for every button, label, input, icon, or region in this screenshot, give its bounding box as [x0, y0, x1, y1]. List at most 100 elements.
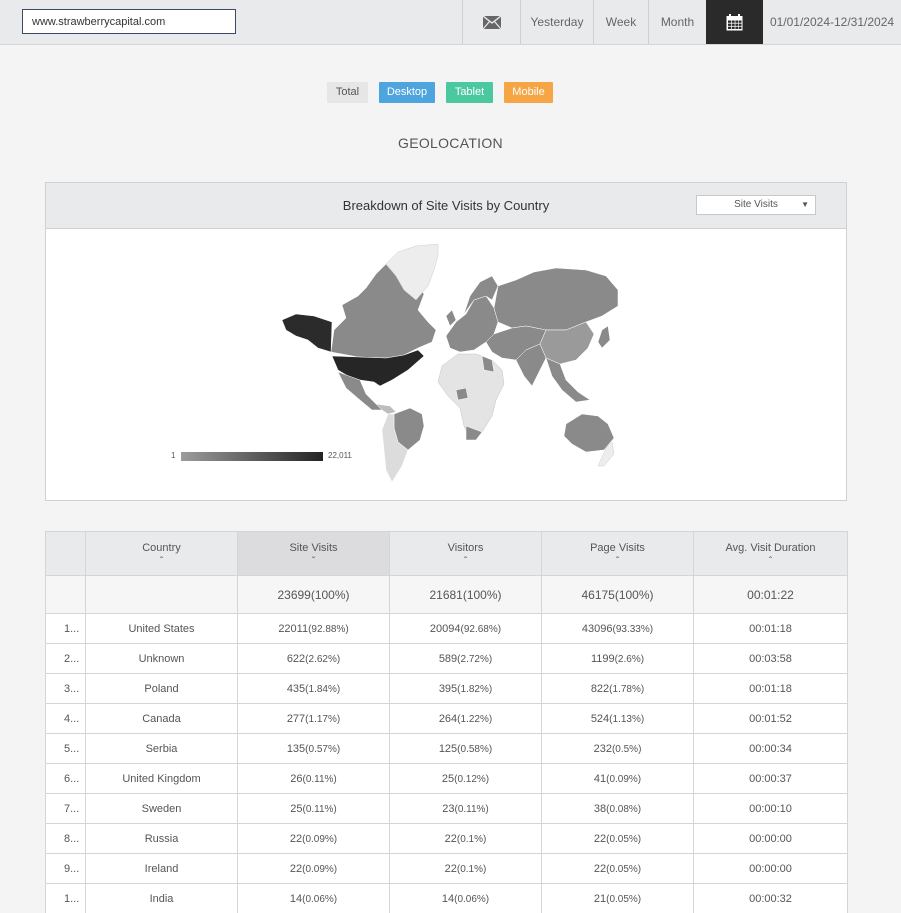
row-visitors-pct: (0.11%)	[454, 803, 489, 815]
row-page-visits: 43096(93.33%)	[541, 613, 694, 644]
country-united-kingdom[interactable]	[445, 309, 457, 327]
table-row[interactable]: 4... Canada 277(1.17%) 264(1.22%) 524(1.13%)…	[45, 703, 848, 734]
row-country: Poland	[85, 673, 238, 704]
table-row[interactable]: 1... United States 22011(92.88%) 20094(92.6…	[45, 613, 848, 644]
region-africa[interactable]	[437, 353, 505, 441]
period-month-button[interactable]: Month	[648, 0, 706, 44]
row-visitors: 22(0.1%)	[389, 823, 542, 854]
site-visits-header[interactable]: Site Visits ˇ	[237, 531, 390, 576]
country-alaska[interactable]	[281, 313, 333, 353]
map-panel: Breakdown of Site Visits by Country Site…	[45, 182, 847, 501]
row-country: Ireland	[85, 853, 238, 884]
row-page-visits: 524(1.13%)	[541, 703, 694, 734]
row-site-visits-pct: (2.62%)	[305, 653, 341, 665]
row-page-visits-value: 43096	[581, 622, 613, 635]
row-page-visits: 21(0.05%)	[541, 883, 694, 913]
row-visitors: 22(0.1%)	[389, 853, 542, 884]
row-site-visits-pct: (1.17%)	[305, 713, 341, 725]
row-site-visits-pct: (0.11%)	[302, 773, 337, 785]
row-site-visits-value: 435	[286, 682, 306, 695]
row-visitors-value: 395	[438, 682, 458, 695]
device-mobile-button[interactable]: Mobile	[504, 82, 553, 103]
sort-up-icon: ˆ	[768, 556, 773, 567]
device-tablet-button[interactable]: Tablet	[446, 82, 493, 103]
row-site-visits-value: 26	[290, 772, 303, 785]
map-header: Breakdown of Site Visits by Country Site…	[46, 183, 846, 229]
row-visitors-pct: (92.68%)	[460, 623, 502, 635]
row-visitors-value: 14	[441, 892, 455, 905]
table-row[interactable]: 5... Serbia 135(0.57%) 125(0.58%) 232(0.5%) 0…	[45, 733, 848, 764]
country-australia[interactable]	[563, 413, 615, 453]
row-site-visits: 435(1.84%)	[237, 673, 390, 704]
row-page-visits: 41(0.09%)	[541, 763, 694, 794]
world-map	[281, 243, 619, 483]
visitors-header-label: Visitors	[447, 542, 484, 554]
row-rank: 6...	[45, 763, 86, 794]
row-page-visits: 22(0.05%)	[541, 853, 694, 884]
row-site-visits-value: 22011	[278, 622, 309, 635]
row-page-visits: 38(0.08%)	[541, 793, 694, 824]
row-country: India	[85, 883, 238, 913]
legend-gradient-bar	[181, 452, 323, 461]
date-range-label[interactable]: 01/01/2024-12/31/2024	[763, 0, 901, 44]
page-visits-header[interactable]: Page Visits ˆ	[541, 531, 694, 576]
row-site-visits: 25(0.11%)	[237, 793, 390, 824]
country-nigeria[interactable]	[455, 387, 469, 401]
row-page-visits-pct: (1.13%)	[609, 713, 645, 725]
row-site-visits-value: 135	[286, 742, 306, 755]
row-site-visits-value: 22	[289, 862, 303, 875]
row-page-visits-value: 822	[590, 682, 610, 695]
device-total-button[interactable]: Total	[327, 82, 368, 103]
country-header[interactable]: Country ˆ	[85, 531, 238, 576]
row-visitors-pct: (1.22%)	[457, 713, 493, 725]
table-row[interactable]: 7... Sweden 25(0.11%) 23(0.11%) 38(0.08%) 00:…	[45, 793, 848, 824]
table-row[interactable]: 6... United Kingdom 26(0.11%) 25(0.12%) 41(0…	[45, 763, 848, 794]
device-desktop-button[interactable]: Desktop	[379, 82, 435, 103]
row-visitors-pct: (0.12%)	[454, 773, 490, 785]
row-page-visits-value: 1199	[590, 652, 615, 665]
row-visitors: 20094(92.68%)	[389, 613, 542, 644]
site-visits-header-label: Site Visits	[289, 542, 338, 554]
row-visitors: 23(0.11%)	[389, 793, 542, 824]
row-page-visits: 1199(2.6%)	[541, 643, 694, 674]
legend-max-label: 22,011	[328, 451, 352, 460]
avg-visit-duration-header[interactable]: Avg. Visit Duration ˆ	[693, 531, 848, 576]
row-page-visits: 232(0.5%)	[541, 733, 694, 764]
row-page-visits-pct: (0.09%)	[606, 773, 642, 785]
rank-header	[45, 531, 86, 576]
calendar-button[interactable]	[706, 0, 763, 44]
country-header-label: Country	[142, 542, 181, 554]
chevron-down-icon: ▼	[801, 200, 809, 209]
row-site-visits: 14(0.06%)	[237, 883, 390, 913]
row-site-visits: 22(0.09%)	[237, 853, 390, 884]
period-yesterday-button[interactable]: Yesterday	[520, 0, 593, 44]
email-report-button[interactable]	[462, 0, 521, 44]
row-duration: 00:00:32	[693, 883, 848, 913]
table-row[interactable]: 3... Poland 435(1.84%) 395(1.82%) 822(1.78%)…	[45, 673, 848, 704]
row-page-visits-pct: (0.05%)	[606, 893, 642, 905]
table-row[interactable]: 8... Russia 22(0.09%) 22(0.1%) 22(0.05%) 00:0…	[45, 823, 848, 854]
country-egypt[interactable]	[481, 355, 495, 373]
row-site-visits: 622(2.62%)	[237, 643, 390, 674]
site-url-field[interactable]	[22, 9, 236, 34]
table-row[interactable]: 2... Unknown 622(2.62%) 589(2.72%) 1199(2.6%…	[45, 643, 848, 674]
row-page-visits-pct: (0.08%)	[606, 803, 642, 815]
country-russia[interactable]	[493, 267, 619, 331]
table-row[interactable]: 9... Ireland 22(0.09%) 22(0.1%) 22(0.05%) 00:…	[45, 853, 848, 884]
country-japan[interactable]	[597, 325, 611, 349]
visitors-header[interactable]: Visitors ˆ	[389, 531, 542, 576]
row-page-visits: 22(0.05%)	[541, 823, 694, 854]
row-rank: 9...	[45, 853, 86, 884]
row-page-visits-pct: (0.05%)	[606, 863, 642, 875]
region-southeast-asia[interactable]	[545, 357, 591, 403]
metric-select-value: Site Visits	[734, 199, 778, 210]
row-site-visits: 277(1.17%)	[237, 703, 390, 734]
period-week-button[interactable]: Week	[593, 0, 648, 44]
row-visitors-pct: (0.1%)	[456, 863, 487, 875]
row-site-visits-pct: (0.06%)	[302, 893, 338, 905]
metric-select[interactable]: Site Visits ▼	[696, 195, 816, 215]
row-country: Serbia	[85, 733, 238, 764]
row-country: Canada	[85, 703, 238, 734]
table-row[interactable]: 1... India 14(0.06%) 14(0.06%) 21(0.05%) 00:0…	[45, 883, 848, 913]
country-stats-table: Country ˆ Site Visits ˇ Visitors ˆ Page Vis…	[45, 531, 848, 913]
